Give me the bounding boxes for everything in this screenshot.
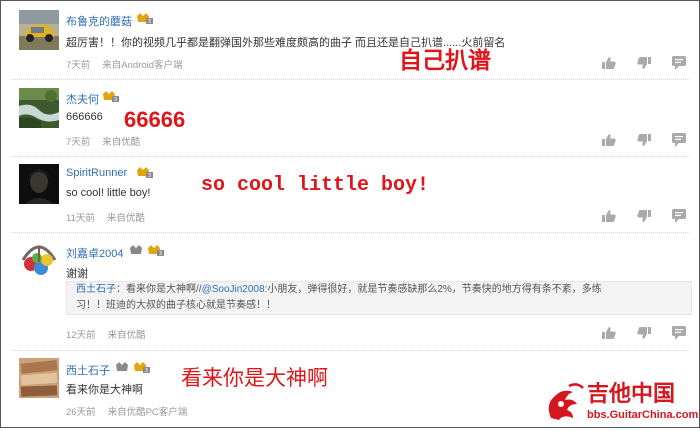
quote-line-1: 西土石子：看来你是大神啊//@SooJin2008:小朋友，弹得很好，就是节奏感… [76,282,685,298]
comment-meta: 7天前 来自优酷 [66,134,140,148]
logo-url: bbs.GuitarChina.com [587,409,698,421]
divider [12,79,690,80]
crown-badge-icon [116,362,128,371]
comment-time: 12天前 [66,330,96,341]
avatar[interactable] [19,10,59,50]
guitarchina-logo: 吉他中国 bbs.GuitarChina.com [543,374,698,426]
username[interactable]: 杰夫何 [66,91,99,107]
annotation-text: 66666 [124,107,186,132]
comment-meta: 12天前 来自优酷 [66,327,146,341]
quoted-reply: 西土石子：看来你是大神啊//@SooJin2008:小朋友，弹得很好，就是节奏感… [66,281,692,315]
divider [12,156,690,157]
comment-text: so cool! little boy! [66,187,151,199]
thumb-up-icon[interactable] [602,133,616,147]
avatar[interactable] [19,240,59,280]
thumb-down-icon[interactable] [637,209,651,223]
comment-actions [602,209,687,223]
guitar-headstock-icon [548,383,584,420]
comment-time: 7天前 [66,60,91,71]
quote-text: ：看来你是大神啊// [116,284,202,295]
comment-actions [602,326,687,340]
comment-source[interactable]: 来自优酷 [107,213,145,224]
annotation-text: so cool little boy! [201,174,430,197]
comment-time: 26天前 [66,407,96,418]
reply-icon[interactable] [672,133,686,147]
svg-text:3: 3 [159,251,162,256]
annotation-text: 看来你是大神啊 [181,367,328,390]
mention-link[interactable]: @SooJin2008 [202,284,265,295]
vip-badge-icon: 3 [148,245,164,256]
thumb-down-icon[interactable] [637,326,651,340]
avatar[interactable] [19,88,59,128]
vip-badge-icon: 3 [137,167,153,178]
username[interactable]: 刘嘉卓2004 [66,245,123,261]
divider [12,232,690,233]
username[interactable]: 西土石子 [66,362,110,378]
comment-text: 666666 [66,111,103,123]
quote-author[interactable]: 西土石子 [76,284,116,295]
comment-source[interactable]: 来自Android客户端 [102,60,182,71]
username[interactable]: 布鲁克的蘑菇 [66,13,132,29]
comment-text: 谢谢 [66,268,88,280]
logo-title: 吉他中国 [587,381,675,407]
thumb-up-icon[interactable] [602,326,616,340]
crown-badge-icon [130,245,142,254]
comment-meta: 11天前 来自优酷 [66,210,145,224]
comment-actions [602,56,687,70]
svg-text:3: 3 [148,173,151,178]
vip-badge-icon: 3 [134,362,150,373]
svg-text:3: 3 [114,97,117,102]
thumb-up-icon[interactable] [602,209,616,223]
reply-icon[interactable] [672,209,686,223]
thumb-down-icon[interactable] [637,133,651,147]
thumb-down-icon[interactable] [637,56,651,70]
comment-source[interactable]: 来自优酷 [108,330,146,341]
vip-badge-icon: 3 [103,91,119,102]
svg-text:3: 3 [148,19,151,24]
comment-source[interactable]: 来自优酷PC客户端 [108,407,188,418]
comment-meta: 7天前 来自Android客户端 [66,57,183,71]
comment-actions [602,133,687,147]
comment-meta: 26天前 来自优酷PC客户端 [66,404,187,418]
username[interactable]: SpiritRunner [66,167,127,179]
comment-source[interactable]: 来自优酷 [102,137,140,148]
comment-time: 11天前 [66,213,95,224]
divider [12,350,690,351]
reply-icon[interactable] [672,326,686,340]
vip-badge-icon: 3 [137,13,153,24]
comment-time: 7天前 [66,137,91,148]
comment-text: 看来你是大神啊 [66,384,143,396]
quote-line-2: 习！！班迪的大叔的曲子核心就是节奏感！！ [76,300,276,311]
thumb-up-icon[interactable] [602,56,616,70]
quote-text: :小朋友，弹得很好，就是节奏感缺那么2%，节奏快的地方得有条不紊，多练 [264,284,602,295]
avatar[interactable] [19,358,59,398]
annotation-text: 自己扒谱 [399,47,491,73]
avatar[interactable] [19,164,59,204]
reply-icon[interactable] [672,56,686,70]
svg-text:3: 3 [145,368,148,373]
